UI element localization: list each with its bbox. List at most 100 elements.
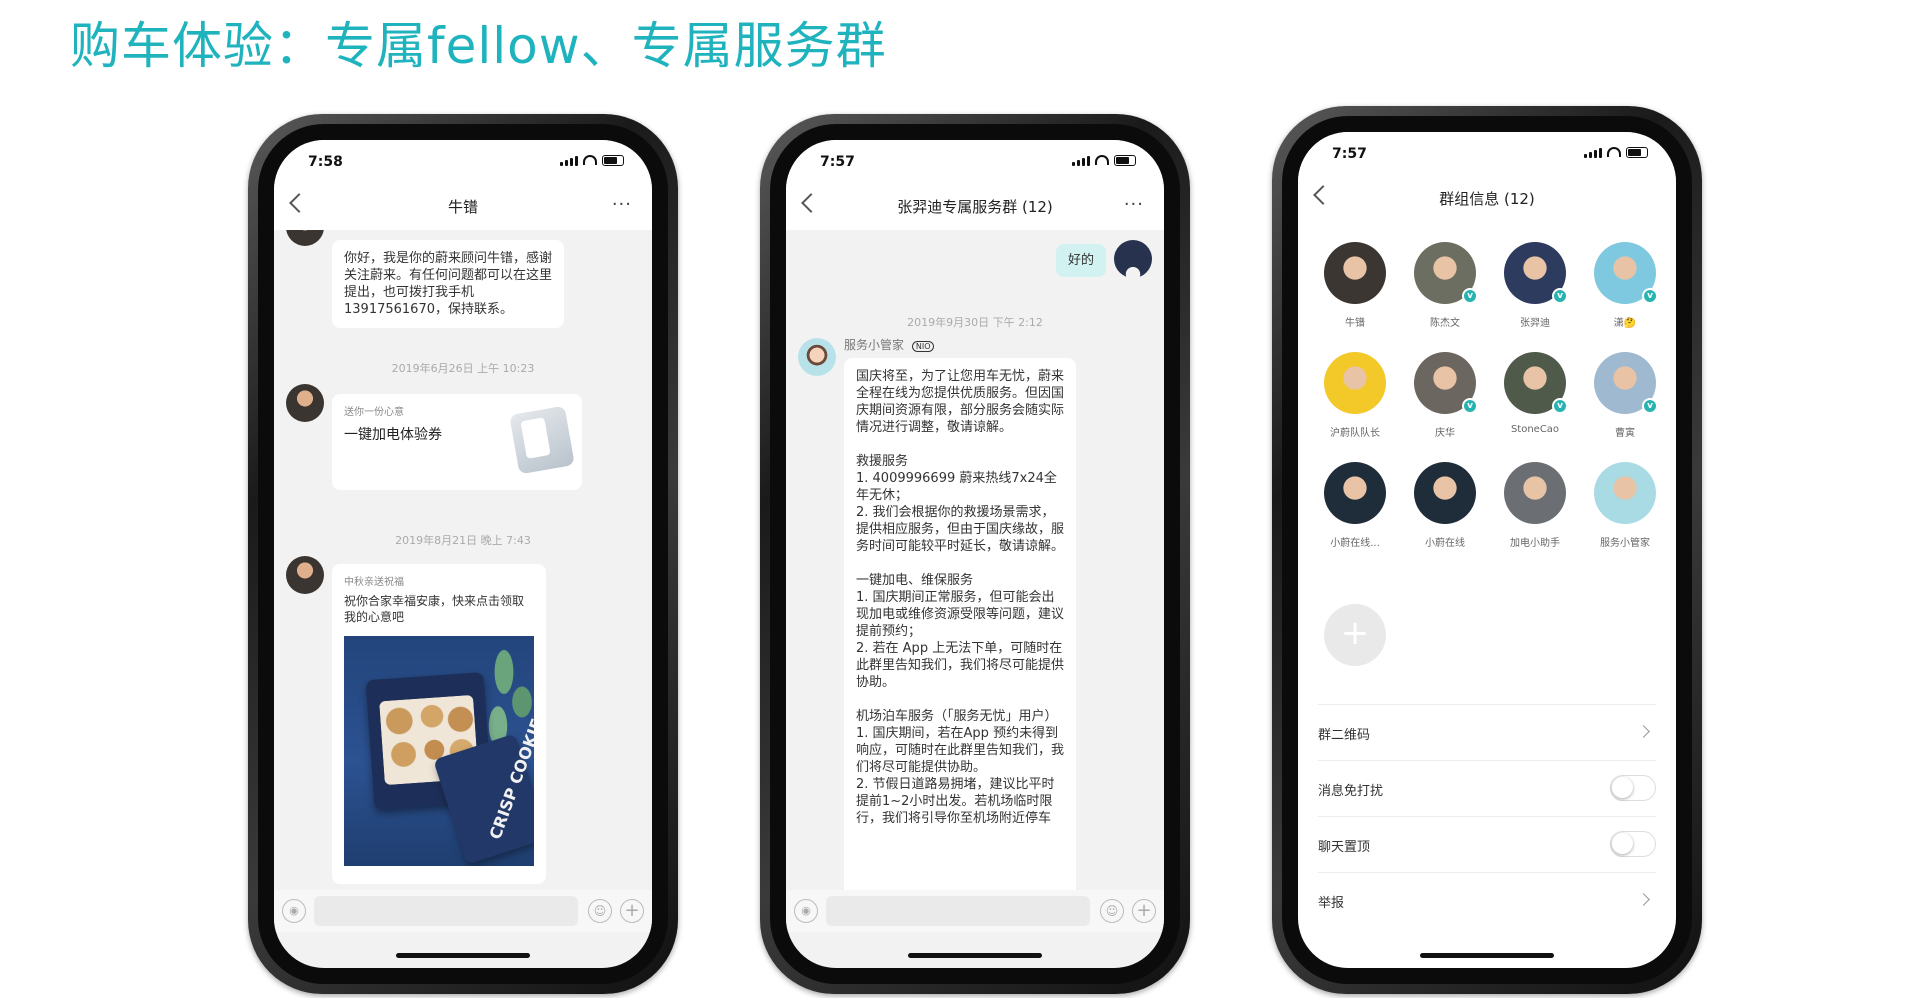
mute-toggle[interactable] — [1610, 775, 1656, 801]
status-time: 7:58 — [308, 154, 343, 170]
member-avatar: v — [1504, 242, 1568, 304]
row-label: 群二维码 — [1318, 728, 1371, 743]
status-time: 7:57 — [1332, 146, 1367, 162]
status-bar: 7:57 — [786, 140, 1164, 184]
avatar[interactable] — [286, 556, 324, 594]
home-indicator — [1420, 953, 1554, 958]
announcement-message: 国庆将至，为了让您用车无忧，蔚来全程在线为您提供优质服务。但因国庆期间资源有限，… — [844, 358, 1076, 898]
member-item[interactable]: v 庆华 — [1410, 352, 1480, 439]
member-item[interactable]: 沪蔚队队长 — [1320, 352, 1390, 439]
more-icon[interactable]: ··· — [612, 194, 632, 215]
chevron-right-icon — [1637, 725, 1650, 738]
message-input[interactable] — [314, 896, 578, 926]
member-item[interactable]: v 曹寅 — [1590, 352, 1660, 439]
status-time: 7:57 — [820, 154, 855, 170]
member-item[interactable]: 小蔚在线... — [1320, 462, 1390, 549]
plus-icon[interactable]: + — [1132, 899, 1156, 923]
wifi-icon — [1607, 147, 1621, 157]
verified-badge-icon: v — [1462, 398, 1478, 414]
gift-card-message[interactable]: 送你一份心意 一键加电体验券 — [332, 394, 582, 490]
member-name: 加电小助手 — [1510, 538, 1560, 549]
row-label: 举报 — [1318, 896, 1345, 911]
chat-list[interactable]: 你好，我是你的蔚来顾问牛镨，感谢关注蔚来。有任何问题都可以在这里提出，也可拨打我… — [274, 230, 652, 898]
avatar[interactable] — [286, 230, 324, 246]
member-name: 庆华 — [1435, 428, 1455, 439]
avatar[interactable] — [1114, 240, 1152, 278]
verified-badge-icon: v — [1642, 398, 1658, 414]
member-name: 小蔚在线... — [1330, 538, 1380, 549]
phone-illustration — [509, 405, 575, 475]
microphone-icon[interactable]: ◉ — [282, 899, 306, 923]
emoji-icon[interactable]: ☺ — [588, 899, 612, 923]
row-qrcode[interactable]: 群二维码 — [1318, 704, 1656, 761]
member-avatar: v — [1594, 242, 1658, 304]
member-avatar — [1504, 462, 1566, 524]
chat-title: 牛镨 — [447, 198, 478, 216]
member-item[interactable]: v 张羿迪 — [1500, 242, 1570, 329]
slide-title: 购车体验：专属fellow、专属服务群 — [70, 17, 887, 75]
member-item[interactable]: 加电小助手 — [1500, 462, 1570, 549]
page-title: 群组信息 (12) — [1439, 190, 1535, 208]
member-avatar — [1594, 462, 1656, 524]
phone-group-info: 7:57 群组信息 (12) 牛镨 v 陈杰文 v 张羿迪 v 潇🤔 沪蔚队队长 v 庆华 v Sto… — [1272, 106, 1702, 994]
member-item[interactable]: v StoneCao — [1500, 352, 1570, 435]
member-avatar: v — [1594, 352, 1658, 414]
timestamp: 2019年6月26日 上午 10:23 — [391, 362, 535, 375]
row-report[interactable]: 举报 — [1318, 872, 1656, 929]
message-input[interactable] — [826, 896, 1090, 926]
gift-image-message[interactable]: 中秋亲送祝福 祝你合家幸福安康，快来点击领取我的心意吧 CRISP COOKIE — [332, 564, 546, 884]
member-item[interactable]: 服务小管家 — [1590, 462, 1660, 549]
member-item[interactable]: v 陈杰文 — [1410, 242, 1480, 329]
row-pin: 聊天置顶 — [1318, 816, 1656, 873]
avatar[interactable] — [798, 338, 836, 376]
status-bar: 7:57 — [1298, 132, 1676, 176]
wifi-icon — [1095, 155, 1109, 165]
group-info-screen: 7:57 群组信息 (12) 牛镨 v 陈杰文 v 张羿迪 v 潇🤔 沪蔚队队长 v 庆华 v Sto… — [1298, 132, 1676, 968]
member-avatar — [1324, 462, 1386, 524]
chat-list[interactable]: 好的 2019年9月30日 下午 2:12 服务小管家 NIO 国庆将至，为了让… — [786, 230, 1164, 898]
avatar[interactable] — [286, 384, 324, 422]
member-name: 小蔚在线 — [1425, 538, 1465, 549]
member-name: 牛镨 — [1345, 318, 1365, 329]
member-item[interactable]: v 潇🤔 — [1590, 242, 1660, 329]
row-label: 聊天置顶 — [1318, 840, 1371, 855]
my-message-bubble: 好的 — [1055, 244, 1106, 277]
service-group-screen: 7:57 张羿迪专属服务群 (12) ··· 好的 2019年9月30日 下午 … — [786, 140, 1164, 968]
verified-badge-icon: v — [1552, 398, 1568, 414]
card-subtitle: 中秋亲送祝福 — [344, 577, 404, 588]
member-name: 曹寅 — [1615, 428, 1635, 439]
sender-name: 服务小管家 NIO — [844, 336, 935, 353]
chevron-right-icon — [1637, 893, 1650, 906]
signal-icon — [1072, 156, 1090, 166]
member-avatar — [1324, 352, 1386, 414]
verified-badge-icon: v — [1642, 288, 1658, 304]
member-avatar — [1324, 242, 1386, 304]
status-bar: 7:58 — [274, 140, 652, 184]
home-indicator — [908, 953, 1042, 958]
message-bubble: 你好，我是你的蔚来顾问牛镨，感谢关注蔚来。有任何问题都可以在这里提出，也可拨打我… — [332, 240, 564, 328]
member-avatar: v — [1414, 352, 1478, 414]
member-name: 陈杰文 — [1430, 318, 1460, 329]
member-item[interactable]: 小蔚在线 — [1410, 462, 1480, 549]
plus-icon[interactable]: + — [620, 899, 644, 923]
member-name: 沪蔚队队长 — [1330, 428, 1380, 439]
cookie-tin-image: CRISP COOKIE — [344, 636, 534, 866]
nio-badge: NIO — [911, 341, 935, 352]
card-text: 祝你合家幸福安康，快来点击领取我的心意吧 — [344, 594, 525, 624]
add-member-button[interactable]: + — [1324, 604, 1386, 666]
row-mute: 消息免打扰 — [1318, 760, 1656, 817]
advisor-chat-screen: 7:58 牛镨 ··· 你好，我是你的蔚来顾问牛镨，感谢关注蔚来。有任何问题都可… — [274, 140, 652, 968]
member-name: 张羿迪 — [1520, 318, 1550, 329]
microphone-icon[interactable]: ◉ — [794, 899, 818, 923]
member-item[interactable]: 牛镨 — [1320, 242, 1390, 329]
nav-bar: 群组信息 (12) — [1298, 176, 1676, 222]
more-icon[interactable]: ··· — [1124, 194, 1144, 215]
member-name: 潇🤔 — [1613, 318, 1637, 329]
pin-toggle[interactable] — [1610, 831, 1656, 857]
phone-service-group: 7:57 张羿迪专属服务群 (12) ··· 好的 2019年9月30日 下午 … — [760, 114, 1190, 994]
timestamp: 2019年8月21日 晚上 7:43 — [395, 534, 531, 547]
signal-icon — [560, 156, 578, 166]
member-avatar: v — [1504, 352, 1568, 414]
emoji-icon[interactable]: ☺ — [1100, 899, 1124, 923]
home-indicator — [396, 953, 530, 958]
